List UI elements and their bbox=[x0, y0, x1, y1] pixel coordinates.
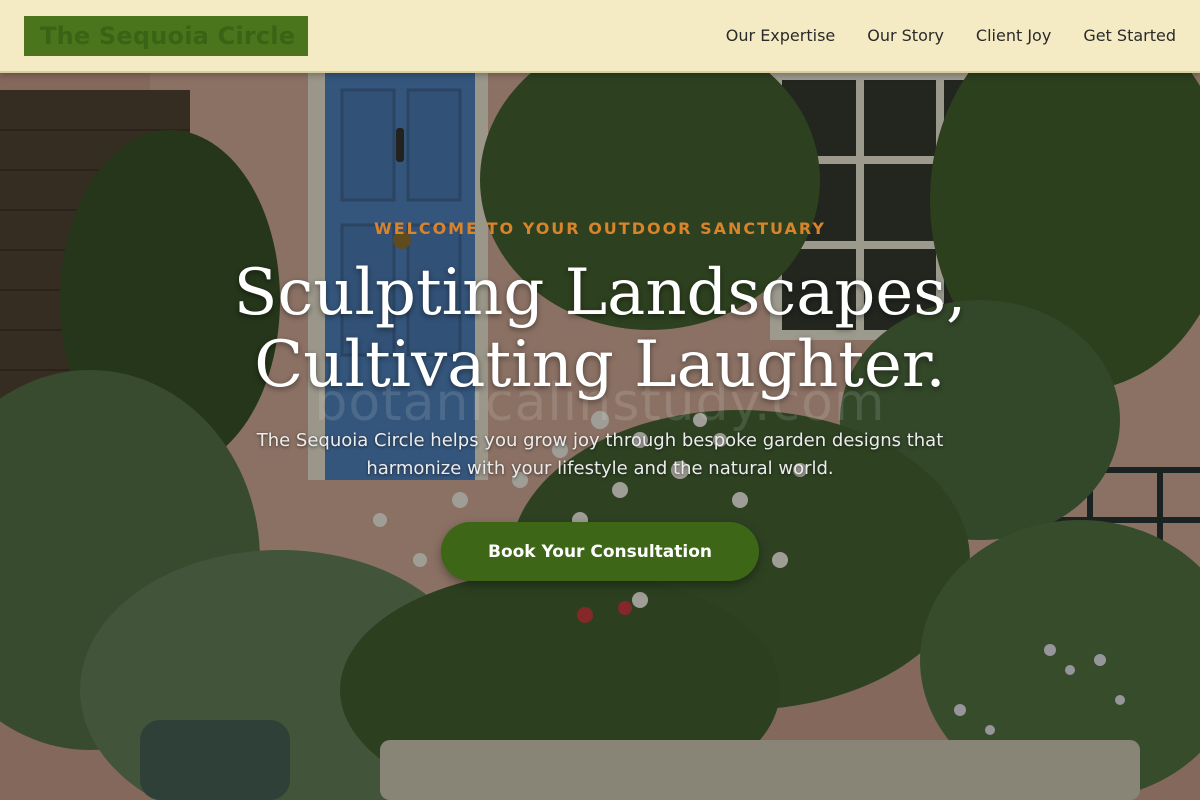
nav-link-our-expertise[interactable]: Our Expertise bbox=[726, 26, 835, 45]
hero-headline-line-1: Sculpting Landscapes, bbox=[233, 256, 967, 330]
hero-headline: Sculpting Landscapes, Cultivating Laught… bbox=[0, 257, 1200, 401]
hero-subtext: The Sequoia Circle helps you grow joy th… bbox=[256, 430, 944, 479]
nav-link-client-joy[interactable]: Client Joy bbox=[976, 26, 1051, 45]
nav-link-get-started[interactable]: Get Started bbox=[1083, 26, 1176, 45]
book-consultation-button[interactable]: Book Your Consultation bbox=[441, 522, 759, 581]
hero-eyebrow: WELCOME TO YOUR OUTDOOR SANCTUARY bbox=[374, 219, 826, 238]
main-nav: Our Expertise Our Story Client Joy Get S… bbox=[726, 26, 1176, 45]
hero-headline-line-2: Cultivating Laughter. bbox=[254, 328, 946, 402]
logo[interactable]: The Sequoia Circle bbox=[24, 15, 308, 56]
nav-link-our-story[interactable]: Our Story bbox=[867, 26, 944, 45]
hero-section: WELCOME TO YOUR OUTDOOR SANCTUARY botani… bbox=[0, 73, 1200, 800]
site-header: The Sequoia Circle Our Expertise Our Sto… bbox=[0, 0, 1200, 73]
